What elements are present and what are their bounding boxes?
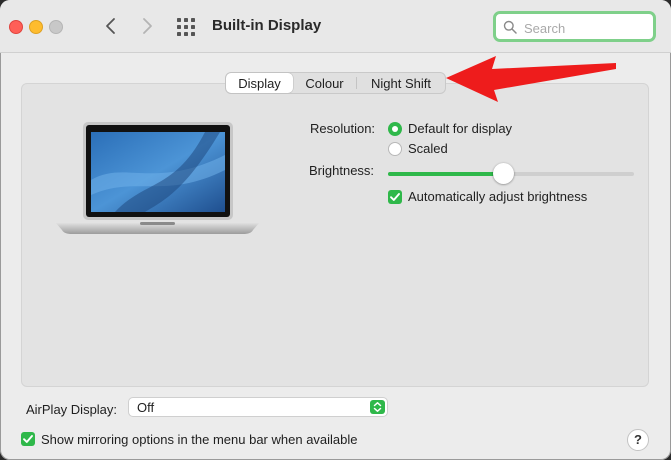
red-arrow-annotation — [446, 56, 616, 102]
chevron-left-icon — [106, 18, 115, 34]
resolution-label: Resolution: — [310, 121, 376, 136]
minimize-icon[interactable] — [29, 20, 43, 34]
auto-brightness-checkbox[interactable] — [388, 190, 402, 204]
tab-display[interactable]: Display — [226, 73, 293, 93]
system-preferences-window: Built-in Display Display Colour Night Sh… — [0, 0, 671, 460]
checkmark-icon — [390, 193, 400, 201]
brightness-fill — [388, 172, 504, 176]
radio-scaled-label: Scaled — [408, 141, 448, 156]
search-icon — [503, 20, 517, 34]
show-all-button[interactable] — [176, 17, 196, 37]
window-title: Built-in Display — [212, 17, 322, 34]
brightness-knob[interactable] — [493, 163, 515, 184]
back-button[interactable] — [100, 14, 122, 38]
mirroring-label: Show mirroring options in the menu bar w… — [41, 432, 358, 447]
mirroring-checkbox[interactable] — [21, 432, 35, 446]
airplay-label: AirPlay Display: — [26, 402, 118, 417]
title-bar: Built-in Display — [0, 0, 671, 53]
radio-scaled[interactable] — [388, 142, 402, 156]
help-button[interactable]: ? — [627, 429, 649, 451]
forward-button[interactable] — [136, 14, 158, 38]
tab-colour[interactable]: Colour — [293, 73, 356, 93]
search-input[interactable] — [522, 17, 651, 39]
auto-brightness-label: Automatically adjust brightness — [408, 189, 588, 204]
radio-default-label: Default for display — [408, 121, 513, 136]
radio-default-for-display[interactable] — [388, 122, 402, 136]
tab-night-shift[interactable]: Night Shift — [357, 73, 445, 93]
airplay-select[interactable]: Off — [128, 397, 388, 417]
brightness-label: Brightness: — [309, 163, 375, 178]
zoom-icon[interactable] — [49, 20, 63, 34]
close-icon[interactable] — [9, 20, 23, 34]
airplay-value: Off — [137, 400, 155, 415]
laptop-image — [55, 122, 260, 234]
search-field[interactable] — [493, 11, 656, 42]
segmented-tabs: Display Colour Night Shift — [225, 72, 446, 94]
chevron-right-icon — [143, 18, 152, 34]
checkmark-icon — [23, 435, 33, 443]
grid-icon — [177, 18, 195, 36]
chevron-updown-icon — [370, 400, 385, 414]
